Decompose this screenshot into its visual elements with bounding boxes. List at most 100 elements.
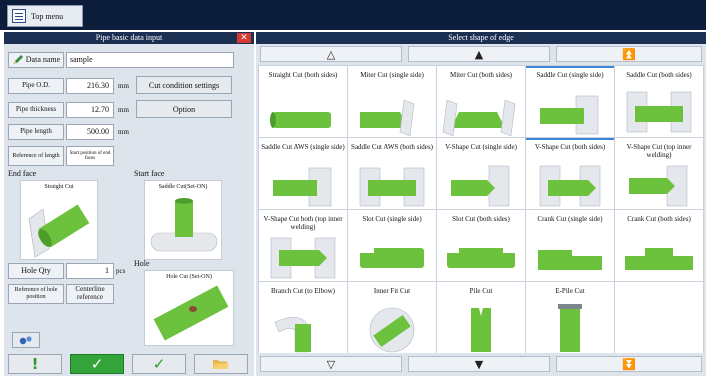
straight-cut-pipe-icon (28, 204, 90, 258)
data-name-label-button[interactable]: Data name (8, 52, 64, 68)
confirm-button[interactable]: ✓ (70, 354, 124, 374)
edge-shape-tile[interactable]: Crank Cut (single side) (526, 210, 614, 281)
edge-shape-icon (270, 237, 336, 279)
edge-panel-title: Select shape of edge (448, 33, 514, 42)
checkmark-icon: ✓ (152, 355, 166, 373)
scroll-up-page-button[interactable]: ▲ (408, 46, 550, 62)
scroll-up-one-button[interactable]: △ (260, 46, 402, 62)
edge-shape-tile[interactable]: Straight Cut (both sides) (259, 66, 347, 137)
pipe-od-unit: mm (118, 82, 129, 90)
start-face-preview[interactable]: Saddle Cut(Set-ON) (144, 180, 222, 260)
reference-length-value[interactable]: Start position of end faces (66, 146, 114, 166)
data-name-input[interactable]: sample (66, 52, 234, 68)
scroll-top-icon: ⏫ (622, 47, 636, 61)
pipe-length-input[interactable]: 500.00 (66, 124, 114, 140)
edge-shape-icon (273, 167, 332, 207)
edge-shape-icon (360, 99, 415, 137)
cut-condition-settings-button[interactable]: Cut condition settings (136, 76, 232, 94)
top-menu-button[interactable]: Top menu (7, 5, 83, 27)
top-bar: Top menu (0, 0, 706, 30)
edge-shape-tile[interactable]: Saddle Cut (both sides) (615, 66, 703, 137)
start-face-caption: Saddle Cut(Set-ON) (158, 184, 208, 190)
hole-qty-input[interactable]: 1 (66, 263, 114, 279)
hole-cut-pipe-icon (153, 285, 229, 341)
saddle-cut-pipe-icon (150, 198, 218, 252)
edge-shape-tile[interactable]: Saddle Cut (single side) (526, 66, 614, 137)
option-button[interactable]: Option (136, 100, 232, 118)
exclamation-icon: ! (31, 355, 39, 373)
edge-shape-icon (451, 165, 510, 207)
edge-shape-icon (369, 307, 415, 353)
check-button[interactable]: ✓ (132, 354, 186, 374)
edge-shape-icon (558, 304, 582, 352)
pipe-basic-data-panel: Pipe basic data input ✕ Data name sample… (4, 32, 254, 376)
hole-reference-label-button[interactable]: Reference of hole position (8, 284, 64, 304)
pipe-od-label-button[interactable]: Pipe O.D. (8, 78, 64, 94)
edge-shape-tile[interactable]: Slot Cut (both sides) (437, 210, 525, 281)
edge-shape-tile[interactable]: Saddle Cut AWS (both sides) (348, 138, 436, 209)
end-face-preview[interactable]: Straight Cut (20, 180, 98, 260)
triangle-down-icon: ▼ (474, 357, 484, 371)
hole-reference-value[interactable]: Centerline reference (66, 284, 114, 304)
check-icon: ✓ (90, 355, 104, 373)
edge-shape-tile[interactable]: V-Shape Cut (both sides) (526, 138, 614, 209)
hole-caption: Hole Cut (Set-ON) (166, 274, 212, 280)
edge-shape-icon (360, 248, 424, 268)
scroll-to-top-button[interactable]: ⏫ (556, 46, 702, 62)
pipe-length-label-button[interactable]: Pipe length (8, 124, 64, 140)
end-face-caption: Straight Cut (44, 184, 74, 190)
menu-icon (12, 9, 26, 23)
edge-shape-icon (626, 91, 692, 133)
pipe-thickness-label-button[interactable]: Pipe thickness (8, 102, 64, 118)
edge-shape-icon (625, 248, 693, 270)
edge-shape-icon (274, 317, 311, 353)
hole-qty-unit: pcs (116, 267, 126, 275)
hole-preview[interactable]: Hole Cut (Set-ON) (144, 270, 234, 346)
edge-shape-tile[interactable]: V-Shape Cut (single side) (437, 138, 525, 209)
scroll-down-page-button[interactable]: ▼ (408, 356, 550, 372)
settings-icon-button[interactable] (12, 332, 40, 348)
edge-shape-tile[interactable]: Crank Cut (both sides) (615, 210, 703, 281)
hole-label: Hole (134, 259, 150, 268)
panel-title: Pipe basic data input (95, 33, 163, 42)
scroll-to-bottom-button[interactable]: ⏬ (556, 356, 702, 372)
panel-header: Pipe basic data input ✕ (4, 32, 254, 44)
edge-shape-tile[interactable]: Saddle Cut AWS (single side) (259, 138, 347, 209)
edge-shape-icon (359, 167, 425, 207)
edge-shape-grid: Straight Cut (both sides) Miter Cut (sing… (258, 65, 704, 353)
edge-shape-icon (270, 112, 331, 128)
edge-shape-panel: Select shape of edge △ ▲ ⏫ Straight Cut … (256, 32, 706, 376)
edge-shape-tile[interactable]: E-Pile Cut (526, 282, 614, 353)
edge-shape-tile[interactable]: Slot Cut (single side) (348, 210, 436, 281)
edge-shape-tile[interactable]: Branch Cut (to Elbow) (259, 282, 347, 353)
edge-shape-tile[interactable]: V-Shape Cut both (top inner welding) (259, 210, 347, 281)
edge-shape-tile[interactable]: Miter Cut (single side) (348, 66, 436, 137)
start-face-label: Start face (134, 169, 165, 178)
edge-shape-icon (447, 248, 515, 268)
top-menu-label: Top menu (31, 11, 64, 21)
hole-qty-label-button[interactable]: Hole Qty (8, 263, 64, 279)
edge-shape-tile[interactable] (615, 282, 703, 353)
close-icon[interactable]: ✕ (237, 33, 251, 43)
end-face-label: End face (8, 169, 37, 178)
edge-shape-icon (629, 165, 688, 207)
pipe-thickness-unit: mm (118, 106, 129, 114)
edge-shape-tile[interactable]: Inner Fit Cut (348, 282, 436, 353)
scroll-down-one-button[interactable]: ▽ (260, 356, 402, 372)
warning-button[interactable]: ! (8, 354, 62, 374)
edge-shape-tile[interactable]: Miter Cut (both sides) (437, 66, 525, 137)
edge-shape-icon (471, 308, 491, 352)
edge-shape-icon (539, 165, 601, 207)
edge-shape-tile[interactable]: V-Shape Cut (top inner welding) (615, 138, 703, 209)
edge-shape-icon (538, 250, 602, 270)
edge-shape-icon (540, 95, 599, 135)
pipe-thickness-input[interactable]: 12.70 (66, 102, 114, 118)
reference-length-label-button[interactable]: Reference of length (8, 146, 64, 166)
edge-shape-tile[interactable]: Pile Cut (437, 282, 525, 353)
pipe-od-input[interactable]: 216.30 (66, 78, 114, 94)
open-folder-button[interactable] (194, 354, 248, 374)
scroll-bottom-icon: ⏬ (622, 357, 636, 371)
triangle-up-outline-icon: △ (326, 47, 336, 61)
edge-panel-header: Select shape of edge (256, 32, 706, 44)
pencil-icon (12, 55, 23, 64)
